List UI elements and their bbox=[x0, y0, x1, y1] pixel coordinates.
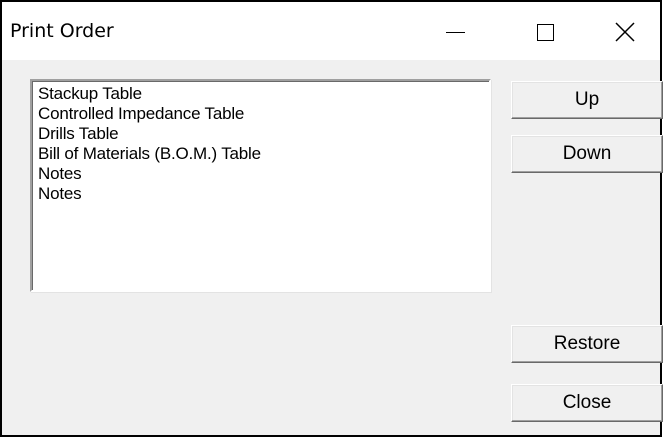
maximize-icon bbox=[536, 23, 554, 41]
list-item[interactable]: Stackup Table bbox=[38, 84, 489, 104]
maximize-button[interactable] bbox=[510, 2, 580, 60]
close-window-button[interactable] bbox=[590, 2, 660, 60]
restore-button[interactable]: Restore bbox=[511, 325, 663, 363]
minimize-button[interactable] bbox=[420, 2, 490, 60]
print-order-list: Stackup Table Controlled Impedance Table… bbox=[32, 81, 489, 204]
window-title: Print Order bbox=[10, 20, 114, 42]
list-item[interactable]: Notes bbox=[38, 184, 489, 204]
up-button[interactable]: Up bbox=[511, 81, 663, 119]
close-button[interactable]: Close bbox=[511, 384, 663, 422]
down-button[interactable]: Down bbox=[511, 135, 663, 173]
print-order-listbox[interactable]: Stackup Table Controlled Impedance Table… bbox=[30, 79, 491, 292]
list-item[interactable]: Drills Table bbox=[38, 124, 489, 144]
list-item[interactable]: Controlled Impedance Table bbox=[38, 104, 489, 124]
list-item[interactable]: Bill of Materials (B.O.M.) Table bbox=[38, 144, 489, 164]
close-icon bbox=[615, 22, 635, 42]
print-order-dialog: Print Order Stackup Table Controlled Imp… bbox=[0, 0, 663, 437]
minimize-icon bbox=[445, 31, 465, 33]
list-item[interactable]: Notes bbox=[38, 164, 489, 184]
title-bar[interactable]: Print Order bbox=[2, 2, 660, 60]
